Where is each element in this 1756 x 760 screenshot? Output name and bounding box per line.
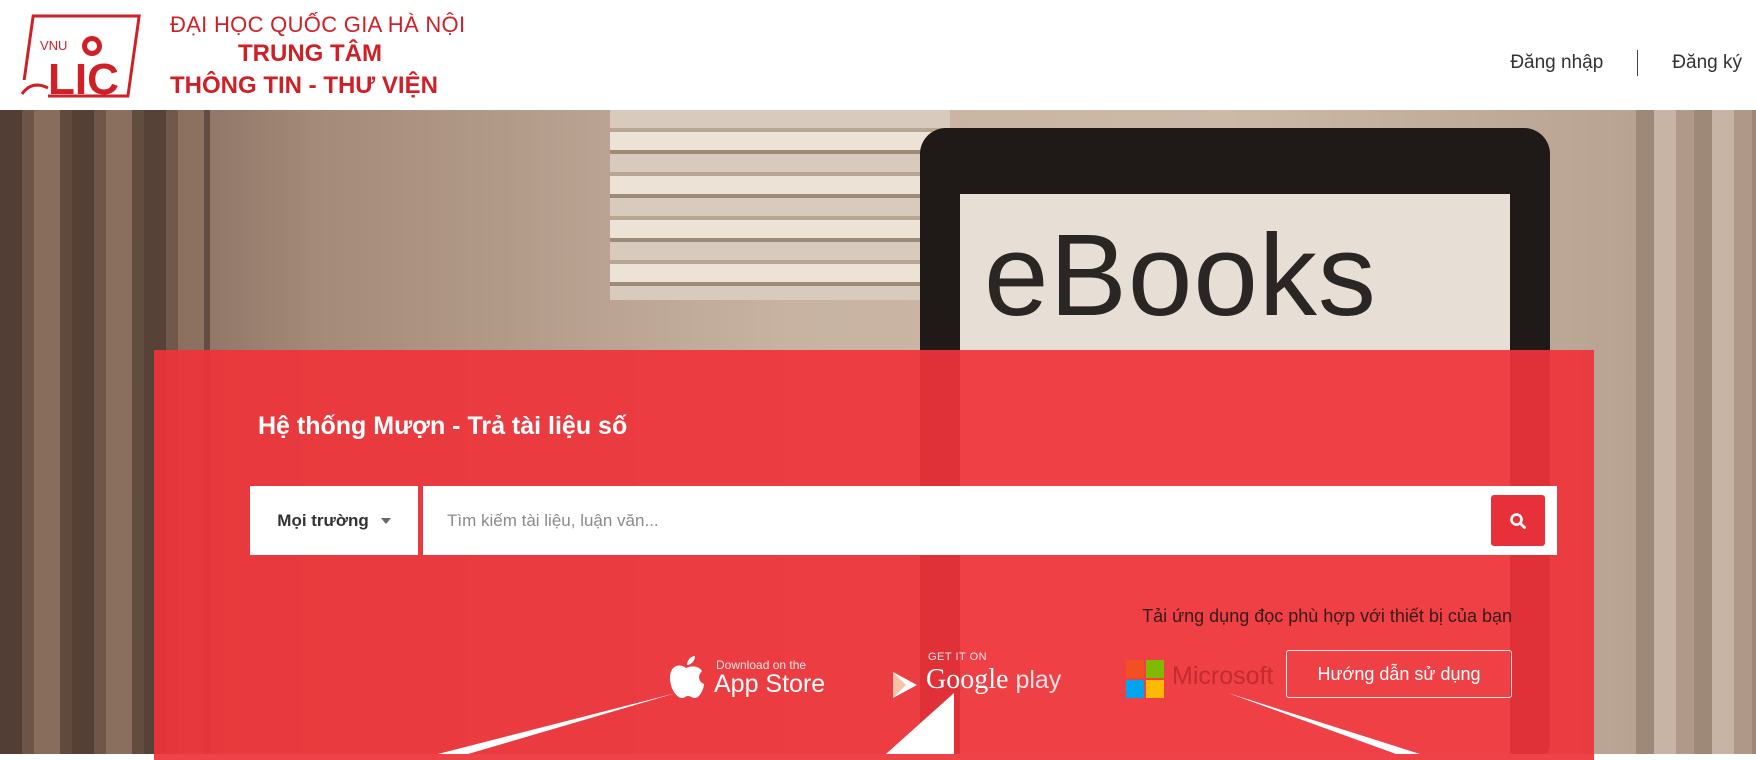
caret-down-icon: [380, 517, 391, 524]
lic-logo[interactable]: VNU LIC: [14, 10, 154, 102]
auth-divider: [1637, 50, 1639, 76]
apple-icon: [670, 656, 704, 698]
search-icon: [1510, 512, 1526, 529]
book-stack-image: [610, 110, 950, 300]
org-name-line1: ĐẠI HỌC QUỐC GIA HÀ NỘI: [170, 12, 466, 37]
google-play-link[interactable]: GET IT ON Google play: [886, 646, 1086, 706]
panel-title: Hệ thống Mượn - Trả tài liệu số: [258, 412, 628, 440]
search-bar: Mọi trường: [250, 486, 1557, 555]
login-link[interactable]: Đăng nhập: [1510, 52, 1603, 74]
appstore-big-text: App Store: [714, 670, 826, 698]
org-name-line3: THÔNG TIN - THƯ VIỆN: [170, 72, 438, 99]
app-store-link[interactable]: Download on the App Store: [664, 646, 844, 706]
user-guide-button[interactable]: Hướng dẫn sử dụng: [1286, 650, 1512, 698]
svg-text:LIC: LIC: [48, 55, 119, 102]
register-link[interactable]: Đăng ký: [1672, 52, 1742, 74]
search-panel: Hệ thống Mượn - Trả tài liệu số Mọi trườ…: [154, 350, 1594, 760]
app-download-hint: Tải ứng dụng đọc phù hợp với thiết bị củ…: [1142, 606, 1512, 626]
scope-dropdown[interactable]: Mọi trường: [250, 486, 418, 555]
microsoft-text: Microsoft: [1172, 662, 1274, 690]
search-field: [423, 486, 1557, 555]
org-name-line2: TRUNG TÂM: [238, 40, 382, 67]
bookshelf-right-image: [1636, 110, 1756, 754]
microsoft-store-link[interactable]: Microsoft: [1124, 646, 1304, 706]
gplay-big-text: Google play: [926, 664, 1062, 695]
gplay-small-text: GET IT ON: [928, 651, 988, 663]
scope-label: Mọi trường: [277, 510, 369, 530]
search-input[interactable]: [445, 486, 1449, 555]
auth-links: Đăng nhập Đăng ký: [1510, 50, 1742, 76]
google-play-icon: [893, 672, 917, 698]
search-button[interactable]: [1491, 495, 1545, 546]
microsoft-logo-icon: [1126, 660, 1164, 698]
site-header: VNU LIC ĐẠI HỌC QUỐC GIA HÀ NỘI TRUNG TÂ…: [0, 0, 1756, 110]
svg-text:VNU: VNU: [40, 38, 67, 53]
ebooks-heading: eBooks: [984, 210, 1377, 340]
